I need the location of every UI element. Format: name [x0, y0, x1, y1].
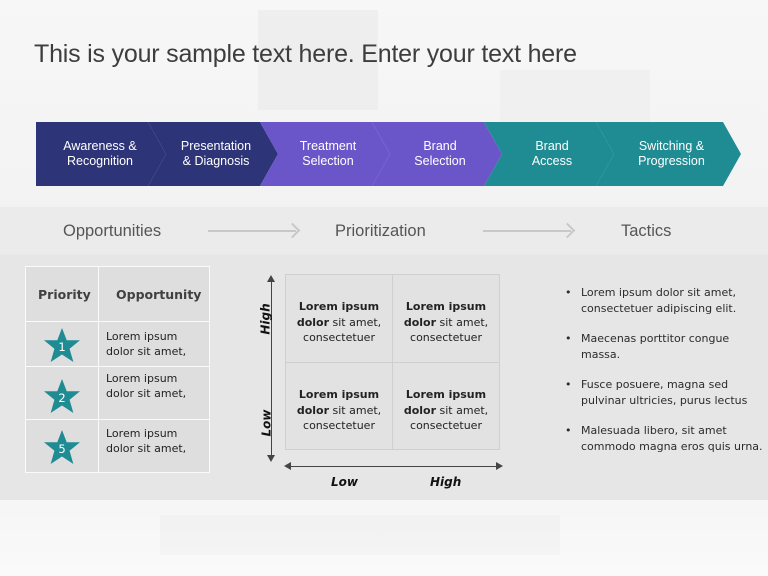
tactic-item[interactable]: Maecenas porttitor congue massa.	[565, 331, 765, 362]
chevron-step-treatment[interactable]: Treatment Selection	[260, 122, 390, 186]
priority-star-icon: 2	[43, 378, 81, 414]
chevron-label: Brand Selection	[414, 139, 466, 168]
priority-star-icon: 5	[43, 429, 81, 465]
opportunity-text: Lorem ipsum dolor sit amet,	[106, 372, 187, 400]
priority-table: Priority Opportunity 1 Lorem ipsum dolor…	[25, 266, 210, 473]
chevron-label: Treatment Selection	[299, 139, 357, 168]
x-axis-low-label: Low	[331, 475, 358, 489]
quadrant-high-low[interactable]: Lorem ipsum dolor sit amet, consectetuer	[286, 299, 392, 346]
tactics-list: Lorem ipsum dolor sit amet, consectetuer…	[565, 285, 765, 469]
stage-tactics[interactable]: Tactics	[621, 222, 671, 241]
arrow-up-icon	[267, 275, 275, 282]
chevron-label: Brand Access	[531, 139, 573, 168]
chevron-step-awareness[interactable]: Awareness & Recognition	[36, 122, 166, 186]
tactic-item[interactable]: Lorem ipsum dolor sit amet, consectetuer…	[565, 285, 765, 316]
quadrant-low-low[interactable]: Lorem ipsum dolor sit amet, consectetuer	[286, 387, 392, 434]
x-axis-line	[287, 466, 499, 467]
chevron-step-presentation[interactable]: Presentation & Diagnosis	[148, 122, 278, 186]
chevron-step-switching[interactable]: Switching & Progression	[596, 122, 741, 186]
priority-number: 5	[58, 442, 66, 456]
y-axis-low-label: Low	[259, 409, 274, 437]
chevron-label: Presentation & Diagnosis	[180, 139, 252, 168]
arrow-down-icon	[267, 455, 275, 462]
background-shape	[500, 70, 650, 130]
arrow-right-icon	[483, 230, 571, 232]
table-divider	[26, 321, 209, 322]
opportunity-text: Lorem ipsum dolor sit amet,	[106, 330, 187, 358]
priority-number: 2	[58, 391, 66, 405]
chevron-label: Awareness & Recognition	[63, 139, 137, 168]
table-divider	[26, 366, 209, 367]
tactic-item[interactable]: Malesuada libero, sit amet commodo magna…	[565, 423, 765, 454]
header-opportunity: Opportunity	[116, 287, 202, 302]
process-chevrons: Awareness & Recognition Presentation & D…	[36, 122, 746, 186]
matrix-divider	[286, 362, 499, 363]
chevron-label: Switching & Progression	[638, 139, 705, 168]
y-axis-high-label: High	[258, 303, 273, 335]
tactic-item[interactable]: Fusce posuere, magna sed pulvinar ultric…	[565, 377, 765, 408]
quadrant-low-high[interactable]: Lorem ipsum dolor sit amet, consectetuer	[393, 387, 499, 434]
stage-opportunities[interactable]: Opportunities	[63, 222, 161, 241]
x-axis-high-label: High	[430, 475, 462, 489]
arrow-right-icon	[208, 230, 296, 232]
priority-number: 1	[58, 340, 66, 354]
opportunity-text: Lorem ipsum dolor sit amet,	[106, 427, 187, 455]
priority-matrix: Lorem ipsum dolor sit amet, consectetuer…	[285, 274, 500, 450]
background-shape	[160, 515, 560, 555]
table-divider	[98, 267, 99, 472]
priority-star-icon: 1	[43, 327, 81, 363]
chevron-step-brand-selection[interactable]: Brand Selection	[372, 122, 502, 186]
stage-prioritization[interactable]: Prioritization	[335, 222, 426, 241]
arrow-left-icon	[284, 462, 291, 470]
slide-title[interactable]: This is your sample text here. Enter you…	[34, 40, 577, 69]
chevron-step-brand-access[interactable]: Brand Access	[484, 122, 614, 186]
header-priority: Priority	[38, 287, 91, 302]
table-divider	[26, 419, 209, 420]
quadrant-high-high[interactable]: Lorem ipsum dolor sit amet, consectetuer	[393, 299, 499, 346]
arrow-right-icon	[496, 462, 503, 470]
